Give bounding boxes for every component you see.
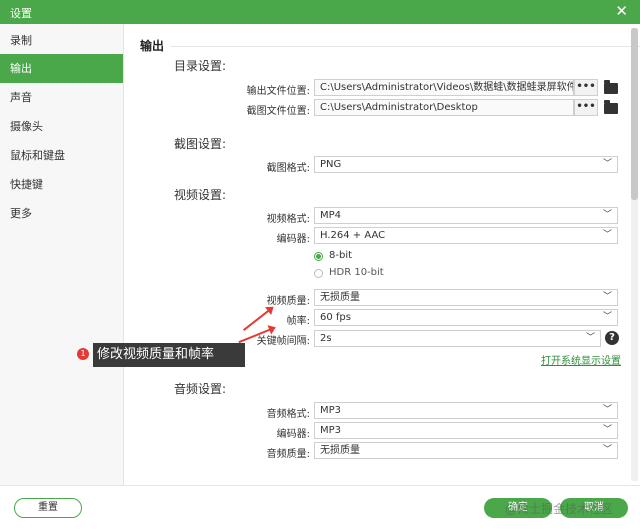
keyframe-interval-label: 关键帧间隔: — [256, 336, 310, 347]
watermark: @稀土掘金技术社区 — [505, 502, 614, 516]
audio-quality-label: 音频质量: — [266, 449, 310, 460]
screenshot-folder-icon[interactable] — [604, 100, 618, 114]
fps-select[interactable]: 60 fps ﹀ — [314, 309, 618, 326]
open-display-settings-link[interactable]: 打开系统显示设置 — [541, 352, 621, 367]
fps-label: 帧率: — [286, 316, 310, 327]
screenshot-path-label: 截图文件位置: — [246, 106, 310, 117]
keyframe-interval-select[interactable]: 2s ﹀ — [314, 330, 601, 347]
video-encoder-label: 编码器: — [276, 234, 310, 245]
annotation-callout: 修改视频质量和帧率 — [93, 343, 245, 367]
keyframe-interval-value: 2s — [320, 333, 332, 344]
sidebar-item-hotkeys[interactable]: 快捷键 — [0, 170, 123, 199]
audio-settings-title: 音频设置: — [174, 382, 227, 396]
bit-depth-8bit-label: 8-bit — [329, 250, 353, 261]
video-format-value: MP4 — [320, 210, 342, 221]
video-quality-label: 视频质量: — [266, 296, 310, 307]
section-divider — [170, 46, 640, 47]
close-icon[interactable]: ✕ — [615, 2, 628, 20]
chevron-down-icon: ﹀ — [602, 230, 612, 240]
video-format-label: 视频格式: — [266, 214, 310, 225]
screenshot-format-label: 截图格式: — [266, 163, 310, 174]
annotation-badge: 1 — [77, 348, 89, 360]
sidebar: 录制 输出 声音 摄像头 鼠标和键盘 快捷键 更多 — [0, 24, 124, 485]
screenshot-settings-title: 截图设置: — [174, 137, 227, 151]
audio-encoder-label: 编码器: — [276, 429, 310, 440]
sidebar-item-sound[interactable]: 声音 — [0, 83, 123, 112]
chevron-down-icon: ﹀ — [602, 312, 612, 322]
footer: 重置 确定 取消 @稀土掘金技术社区 — [0, 485, 640, 529]
sidebar-item-camera[interactable]: 摄像头 — [0, 112, 123, 141]
video-format-select[interactable]: MP4 ﹀ — [314, 207, 618, 224]
chevron-down-icon: ﹀ — [602, 292, 612, 302]
audio-encoder-select[interactable]: MP3 ﹀ — [314, 422, 618, 439]
chevron-down-icon: ﹀ — [585, 333, 595, 343]
chevron-down-icon: ﹀ — [602, 405, 612, 415]
settings-panel: 输出 目录设置: 输出文件位置: C:\Users\Administrator\… — [124, 24, 640, 485]
video-quality-select[interactable]: 无损质量 ﹀ — [314, 289, 618, 306]
screenshot-format-select[interactable]: PNG ﹀ — [314, 156, 618, 173]
help-icon[interactable]: ? — [605, 331, 619, 345]
scrollbar-thumb[interactable] — [631, 28, 638, 200]
window-title: 设置 — [10, 7, 32, 20]
sidebar-item-mouse-keyboard[interactable]: 鼠标和键盘 — [0, 141, 123, 170]
audio-format-select[interactable]: MP3 ﹀ — [314, 402, 618, 419]
output-folder-icon[interactable] — [604, 80, 618, 94]
audio-format-label: 音频格式: — [266, 409, 310, 420]
audio-format-value: MP3 — [320, 405, 342, 416]
video-settings-title: 视频设置: — [174, 188, 227, 202]
video-encoder-select[interactable]: H.264 + AAC ﹀ — [314, 227, 618, 244]
title-bar: 设置 ✕ — [0, 0, 640, 24]
chevron-down-icon: ﹀ — [602, 210, 612, 220]
sidebar-item-more[interactable]: 更多 — [0, 199, 123, 228]
output-path-field[interactable]: C:\Users\Administrator\Videos\数据蛙\数据蛙录屏软… — [314, 79, 574, 96]
audio-quality-select[interactable]: 无损质量 ﹀ — [314, 442, 618, 459]
chevron-down-icon: ﹀ — [602, 445, 612, 455]
chevron-down-icon: ﹀ — [602, 159, 612, 169]
vertical-scrollbar[interactable] — [631, 28, 638, 481]
audio-encoder-value: MP3 — [320, 425, 342, 436]
output-path-label: 输出文件位置: — [246, 86, 310, 97]
screenshot-format-value: PNG — [320, 159, 342, 170]
reset-button[interactable]: 重置 — [14, 498, 82, 518]
fps-value: 60 fps — [320, 312, 351, 323]
screenshot-browse-button[interactable]: ••• — [574, 99, 598, 116]
video-encoder-value: H.264 + AAC — [320, 230, 386, 241]
directory-settings-title: 目录设置: — [174, 59, 227, 73]
screenshot-path-field[interactable]: C:\Users\Administrator\Desktop — [314, 99, 574, 116]
bit-depth-hdr-label: HDR 10-bit — [329, 267, 384, 278]
output-browse-button[interactable]: ••• — [574, 79, 598, 96]
video-quality-value: 无损质量 — [320, 292, 360, 303]
chevron-down-icon: ﹀ — [602, 425, 612, 435]
bit-depth-hdr-radio[interactable] — [314, 269, 323, 278]
sidebar-item-output[interactable]: 输出 — [0, 54, 123, 83]
section-title: 输出 — [140, 39, 165, 53]
sidebar-item-record[interactable]: 录制 — [0, 26, 123, 55]
bit-depth-8bit-radio[interactable] — [314, 252, 323, 261]
audio-quality-value: 无损质量 — [320, 445, 360, 456]
